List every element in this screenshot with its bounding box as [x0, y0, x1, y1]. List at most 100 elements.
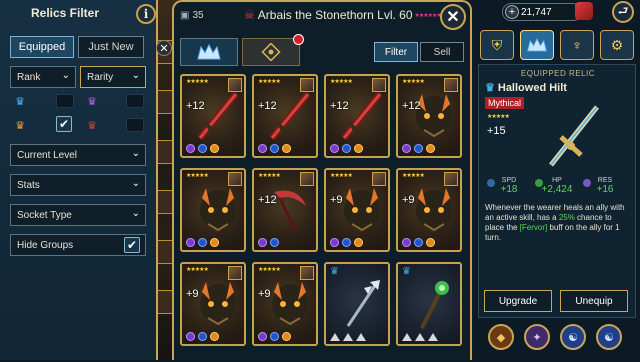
armor-slot-icon[interactable]: ⛨ [480, 30, 514, 60]
relic-card[interactable]: ★★★★★ +12 [324, 74, 390, 158]
champion-name: Arbais the Stonethorn Lvl. 60 [257, 8, 413, 22]
gem-socket-icon [354, 144, 363, 153]
hide-groups-checkbox[interactable]: ✔ [124, 237, 140, 253]
gem-sockets [186, 332, 219, 341]
current-level-dropdown[interactable]: Current Level ⌄ [10, 144, 146, 166]
skill-blue2-icon[interactable]: ☯ [596, 324, 622, 350]
gem-sockets [402, 144, 435, 153]
skill-purple-icon[interactable]: ✦ [524, 324, 550, 350]
rarity-checkbox[interactable] [56, 94, 74, 108]
relic-card[interactable]: ♛ [324, 262, 390, 346]
back-icon[interactable]: ⮐ [612, 1, 634, 23]
gem-socket-icon [414, 144, 423, 153]
gem-socket-icon [186, 144, 195, 153]
gem-socket-icon [210, 238, 219, 247]
current-level-label: Current Level [17, 149, 78, 161]
skull-icon: ☠ [244, 8, 255, 22]
upgrade-button[interactable]: Upgrade [484, 290, 552, 312]
skill-row: ◆ ✦ ☯ ☯ [478, 320, 640, 360]
relic-stars: ★★★★★ [186, 267, 209, 273]
relic-card[interactable]: ★★★★★ +12 [252, 168, 318, 252]
gem-sockets [258, 332, 291, 341]
rarity-dropdown[interactable]: Rarity ⌄ [80, 66, 146, 88]
skill-orange-icon[interactable]: ◆ [488, 324, 514, 350]
relic-art [268, 278, 312, 330]
add-silver-icon[interactable]: + [505, 5, 519, 19]
skill-blue-icon[interactable]: ☯ [560, 324, 586, 350]
silver-counter: + 21,747 [502, 2, 593, 21]
relic-card[interactable]: ★★★★★ +12 [252, 74, 318, 158]
relic-card[interactable]: ★★★★★ +9 [396, 168, 462, 252]
relic-card[interactable]: ★★★★★ +9 [324, 168, 390, 252]
gem-sockets [186, 238, 219, 247]
relic-grid: ★★★★★ +12 ★★★★★ +12 ★★★★★ +12 ★★★★★ +12 ★★★★★ ★★★… [180, 74, 470, 362]
gem-socket-icon [198, 332, 207, 341]
relic-level: +9 [186, 288, 199, 300]
info-icon[interactable]: i [136, 4, 156, 24]
rarity-red-icon[interactable]: ♛ [84, 118, 100, 132]
relic-card[interactable]: ★★★★★ +12 [396, 74, 462, 158]
tab-relic-set-rune[interactable] [242, 34, 304, 66]
relic-level: +12 [258, 100, 277, 112]
close-button[interactable]: ✕ [440, 4, 466, 30]
relic-card[interactable]: ★★★★★ +9 [252, 262, 318, 346]
rarity-checkbox-checked[interactable]: ✔ [56, 116, 72, 132]
gem-socket-icon [186, 238, 195, 247]
crown-icon [197, 43, 221, 60]
relic-art [196, 278, 240, 330]
relic-art [196, 90, 240, 142]
empty-socket-icon [428, 333, 438, 341]
relic-card[interactable]: ★★★★★ [180, 168, 246, 252]
relic-level: +12 [186, 100, 205, 112]
relic-card[interactable]: ★★★★★ +12 [180, 74, 246, 158]
notification-badge [293, 34, 304, 45]
hide-groups-row[interactable]: Hide Groups ✔ [10, 234, 146, 256]
gem-socket-icon [282, 332, 291, 341]
relic-card[interactable]: ♛ [396, 262, 462, 346]
tab-just-new[interactable]: Just New [78, 36, 144, 58]
relic-slot-icon[interactable] [520, 30, 554, 60]
rank-dropdown[interactable]: Rank ⌄ [10, 66, 76, 88]
relic-art [412, 90, 456, 142]
relic-art [340, 184, 384, 236]
relic-card[interactable]: ★★★★★ +9 [180, 262, 246, 346]
close-filter-icon[interactable]: ✕ [156, 40, 172, 56]
relic-stars: ★★★★★ [258, 267, 281, 273]
tab-equipped[interactable]: Equipped [10, 36, 74, 58]
relic-level: +12 [330, 100, 349, 112]
rarity-orange-icon[interactable]: ♛ [12, 118, 28, 132]
hide-groups-label: Hide Groups [17, 239, 74, 251]
gem-socket-icon [414, 238, 423, 247]
champion-stars: ★★★★★★ [414, 13, 442, 20]
relic-stars: ★★★★★ [330, 173, 353, 179]
relic-level: +9 [258, 288, 271, 300]
rarity-blue-icon[interactable]: ♛ [12, 94, 28, 108]
rarity-checkbox[interactable] [126, 94, 144, 108]
hallowed-hilt-art [549, 105, 599, 167]
filter-button[interactable]: Filter [374, 42, 418, 62]
unequip-button[interactable]: Unequip [560, 290, 628, 312]
stats-row: SPD +18 HP +2,424 RES +16 [485, 177, 631, 203]
rarity-checkbox[interactable] [126, 118, 144, 132]
artifact-slot-icon[interactable]: ♆ [560, 30, 594, 60]
gem-socket-icon [402, 238, 411, 247]
gem-sockets [330, 333, 366, 341]
gem-sockets [330, 238, 363, 247]
chevron-down-icon: ⌄ [131, 178, 140, 189]
tab-relic-set-crown[interactable] [180, 38, 238, 66]
gem-socket-icon [402, 144, 411, 153]
socket-type-dropdown[interactable]: Socket Type ⌄ [10, 204, 146, 226]
rarity-purple-icon[interactable]: ♛ [84, 94, 100, 108]
relic-level: +9 [402, 194, 415, 206]
accessory-slot-icon[interactable]: ⚙ [600, 30, 634, 60]
empty-socket-icon [356, 333, 366, 341]
chevron-down-icon: ⌄ [61, 70, 70, 81]
stats-dropdown[interactable]: Stats ⌄ [10, 174, 146, 196]
gem-socket-icon [330, 144, 339, 153]
rarity-badge: Mythical [485, 97, 525, 109]
relic-stars: ★★★★★ [186, 173, 209, 179]
gem-socket-icon [258, 238, 267, 247]
sell-button[interactable]: Sell [420, 42, 464, 62]
gem-sockets [186, 144, 219, 153]
chevron-down-icon: ⌄ [131, 208, 140, 219]
